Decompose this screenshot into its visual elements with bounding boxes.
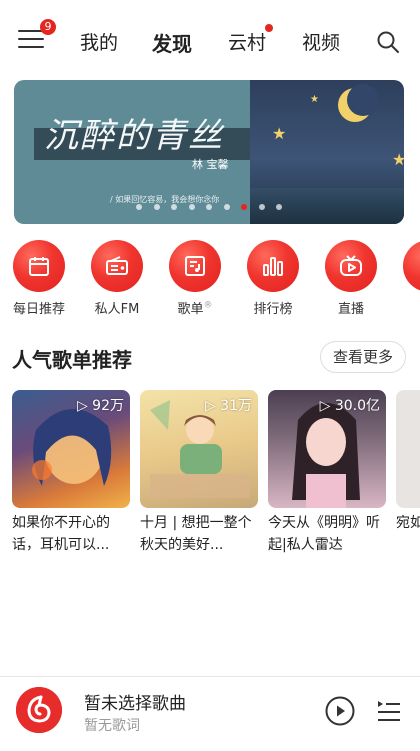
play-button[interactable] — [325, 696, 355, 726]
calendar-icon — [29, 257, 49, 276]
search-button[interactable] — [376, 30, 400, 54]
playlist-icon — [185, 256, 205, 276]
carousel-dot[interactable] — [223, 204, 230, 210]
playlist-queue-icon — [378, 701, 400, 721]
radio-icon — [106, 256, 128, 275]
quick-partial-entry[interactable]: 电 — [394, 240, 420, 320]
notification-badge: 9 — [40, 19, 56, 35]
player-lyrics: 暂无歌词 — [84, 718, 140, 734]
quick-daily-recommend[interactable]: 每日推荐 — [4, 240, 74, 320]
tab-discover[interactable]: 发现 — [152, 28, 192, 57]
search-icon — [377, 31, 399, 53]
carousel-dot[interactable] — [241, 204, 247, 210]
quick-ranking[interactable]: 排行榜 — [238, 240, 308, 320]
playlist-card[interactable]: ▷ 31万 十月 | 想把一整个秋天的美好... — [140, 390, 258, 562]
live-tv-icon — [340, 255, 362, 276]
mini-player[interactable]: 暂未选择歌曲 暂无歌词 — [0, 676, 420, 751]
tab-mine[interactable]: 我的 — [80, 28, 118, 55]
star-icon: ★ — [310, 94, 319, 105]
section-title: 人气歌单推荐 — [12, 348, 132, 372]
quick-label: 歌单® — [177, 300, 213, 317]
main-tabs: 我的 发现 云村 视频 — [64, 24, 364, 58]
player-song-title: 暂未选择歌曲 — [84, 694, 186, 714]
play-count: 92万 — [92, 398, 124, 414]
playlist-card[interactable]: ▷ 30.0亿 今天从《明明》听起|私人雷达 — [268, 390, 386, 562]
playlist-cover: ▷ 92万 — [12, 390, 130, 508]
ranking-icon — [263, 257, 283, 276]
quick-label: 每日推荐 — [12, 302, 65, 317]
carousel-indicators — [136, 204, 286, 212]
carousel-dot[interactable] — [206, 204, 212, 210]
playlist-card[interactable]: 宛如 — [396, 390, 420, 562]
tab-video[interactable]: 视频 — [302, 28, 340, 55]
tab-cloud-village[interactable]: 云村 — [228, 28, 266, 55]
quick-entries: 每日推荐 私人FM 歌单® 排行榜 直播 — [0, 240, 420, 320]
playlist-title: 今天从《明明》听起|私人雷达 — [268, 515, 380, 553]
playlist-title: 十月 | 想把一整个秋天的美好... — [140, 515, 252, 553]
playlist-title: 宛如 — [396, 515, 420, 531]
carousel-dot[interactable] — [153, 204, 160, 210]
album-disc[interactable] — [16, 687, 62, 733]
banner-title: 沉醉的青丝 — [44, 116, 224, 156]
banner-artist: 林 宝馨 — [192, 158, 229, 171]
play-count: 31万 — [220, 398, 252, 414]
star-icon: ★ — [392, 150, 404, 169]
playlist-queue-button[interactable] — [376, 699, 402, 723]
top-bar: 9 我的 发现 云村 视频 — [0, 0, 420, 80]
quick-label: 电 — [394, 298, 420, 317]
quick-label: 排行榜 — [253, 302, 293, 317]
quick-live[interactable]: 直播 — [316, 240, 386, 320]
banner-carousel[interactable]: 沉醉的青丝 林 宝馨 / 如果回忆容易，我会想你念你 ★ ★ ★ — [14, 80, 404, 224]
play-count: 30.0亿 — [334, 398, 380, 414]
quick-private-fm[interactable]: 私人FM — [82, 240, 152, 320]
star-icon: ★ — [272, 124, 287, 143]
playlist-cover — [396, 390, 420, 508]
playlist-cover: ▷ 30.0亿 — [268, 390, 386, 508]
carousel-dot[interactable] — [171, 204, 177, 210]
playlist-cover: ▷ 31万 — [140, 390, 258, 508]
banner-artwork-right: ★ ★ ★ — [250, 80, 404, 224]
view-more-button[interactable]: 查看更多 — [320, 341, 406, 373]
playlist-title: 如果你不开心的话，耳机可以... — [12, 515, 110, 553]
play-icon — [325, 696, 355, 726]
quick-label: 私人FM — [94, 302, 140, 317]
quick-label: 直播 — [337, 302, 364, 317]
quick-playlist[interactable]: 歌单® — [160, 240, 230, 320]
playlist-card[interactable]: ▷ 92万 如果你不开心的话，耳机可以... — [12, 390, 130, 562]
netease-logo-icon — [16, 687, 62, 733]
carousel-dot[interactable] — [258, 204, 265, 210]
tab-cloud-village-dot — [265, 24, 273, 32]
banner-artwork-left: 沉醉的青丝 林 宝馨 / 如果回忆容易，我会想你念你 — [14, 80, 250, 224]
menu-button[interactable] — [18, 30, 44, 52]
carousel-dot[interactable] — [136, 204, 142, 210]
carousel-dot[interactable] — [188, 204, 195, 210]
carousel-dot[interactable] — [276, 204, 282, 210]
